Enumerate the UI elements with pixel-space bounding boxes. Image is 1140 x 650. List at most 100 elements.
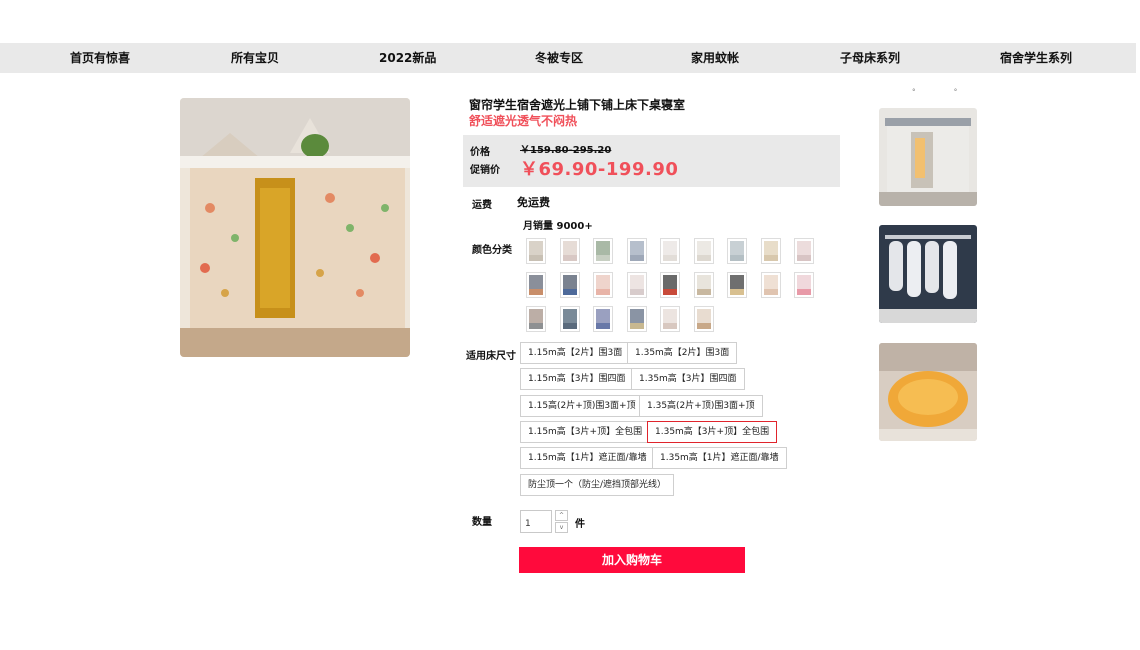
top-nav: 首页有惊喜 所有宝贝 2022新品 冬被专区 家用蚊帐 子母床系列 宿舍学生系列: [0, 43, 1136, 73]
color-swatch[interactable]: [526, 238, 546, 264]
swatch-image-top: [596, 275, 610, 290]
color-swatch[interactable]: [794, 238, 814, 264]
color-swatch[interactable]: [559, 238, 580, 264]
color-swatch[interactable]: [526, 272, 546, 298]
size-option[interactable]: 1.35高(2片+顶)围3面+顶: [639, 395, 763, 417]
swatch-image-top: [696, 309, 711, 324]
swatch-image-bottom: [596, 323, 610, 329]
swatch-image-bottom: [529, 323, 543, 329]
swatch-image-bottom: [730, 255, 744, 261]
size-option[interactable]: 1.35m高【3片】围四面: [631, 368, 745, 390]
quantity-input[interactable]: [520, 510, 552, 533]
swatch-image-bottom: [696, 289, 711, 295]
color-swatch[interactable]: [660, 306, 680, 332]
swatch-image-top: [629, 275, 644, 290]
main-product-image: [180, 98, 410, 357]
thumbnail-3[interactable]: [879, 343, 977, 441]
swatch-image-top: [730, 241, 744, 256]
size-option[interactable]: 1.35m高【3片+顶】全包围: [647, 421, 778, 443]
size-option[interactable]: 1.15m高【3片+顶】全包围: [520, 421, 651, 443]
thumbnail-1[interactable]: [879, 108, 977, 206]
nav-item-winter-quilt[interactable]: 冬被专区: [535, 43, 583, 73]
color-swatch[interactable]: [760, 272, 781, 298]
color-swatch[interactable]: [559, 272, 580, 298]
color-swatch[interactable]: [593, 272, 613, 298]
swatch-image-top: [663, 241, 677, 256]
color-swatch[interactable]: [693, 306, 714, 332]
nav-item-mosquito-net[interactable]: 家用蚊帐: [691, 43, 739, 73]
swatch-image-top: [797, 275, 811, 290]
swatch-image-bottom: [696, 255, 711, 261]
nav-item-new-2022[interactable]: 2022新品: [379, 43, 436, 73]
swatch-image-bottom: [596, 289, 610, 295]
swatch-image-bottom: [629, 323, 644, 329]
original-price-label: 价格: [470, 147, 490, 158]
nav-item-home[interactable]: 首页有惊喜: [70, 43, 130, 73]
quantity-label: 数量: [472, 517, 492, 528]
swatch-image-top: [629, 241, 644, 256]
monthly-sales: 月销量 9000+: [523, 221, 593, 232]
size-option[interactable]: 防尘顶一个（防尘/遮挡顶部光线）: [520, 474, 675, 496]
color-swatch[interactable]: [660, 272, 680, 298]
quantity-increase-button[interactable]: ^: [555, 510, 568, 521]
swatch-image-top: [763, 275, 778, 290]
swatch-image-bottom: [562, 289, 577, 295]
swatch-image-bottom: [763, 289, 778, 295]
swatch-image-top: [797, 241, 811, 256]
color-swatch[interactable]: [593, 238, 613, 264]
nav-item-bunk-bed[interactable]: 子母床系列: [840, 43, 900, 73]
quantity-unit: 件: [575, 519, 585, 530]
color-swatch[interactable]: [660, 238, 680, 264]
swatch-image-top: [562, 241, 577, 256]
shipping-label: 运费: [472, 200, 492, 211]
swatch-image-bottom: [596, 255, 610, 261]
color-swatch[interactable]: [626, 272, 647, 298]
swatch-image-top: [596, 241, 610, 256]
color-swatch[interactable]: [693, 238, 714, 264]
color-swatch[interactable]: [760, 238, 781, 264]
color-swatch[interactable]: [559, 306, 580, 332]
color-swatch[interactable]: [727, 238, 747, 264]
size-option[interactable]: 1.15m高【1片】遮正面/靠墙: [520, 447, 655, 469]
size-option[interactable]: 1.15高(2片+顶)围3面+顶: [520, 395, 644, 417]
swatch-image-top: [696, 241, 711, 256]
thumbnail-2[interactable]: [879, 225, 977, 323]
swatch-image-bottom: [629, 289, 644, 295]
color-swatch[interactable]: [526, 306, 546, 332]
size-option[interactable]: 1.35m高【1片】遮正面/靠墙: [652, 447, 787, 469]
color-swatch[interactable]: [727, 272, 747, 298]
color-swatch[interactable]: [626, 306, 647, 332]
swatch-image-top: [629, 309, 644, 324]
swatch-image-top: [562, 275, 577, 290]
add-to-cart-button[interactable]: 加入购物车: [519, 547, 745, 573]
color-swatch[interactable]: [693, 272, 714, 298]
swatch-image-bottom: [663, 323, 677, 329]
original-price: ￥159.80-295.20: [520, 145, 612, 156]
size-option[interactable]: 1.35m高【2片】围3面: [627, 342, 738, 364]
shipping-value: 免运费: [517, 196, 550, 209]
swatch-image-top: [763, 241, 778, 256]
color-swatch[interactable]: [626, 238, 647, 264]
nav-item-all-products[interactable]: 所有宝贝: [231, 43, 279, 73]
price-box: 价格 ￥159.80-295.20 促销价 ￥69.90-199.90: [463, 135, 840, 187]
swatch-image-top: [730, 275, 744, 290]
swatch-image-bottom: [730, 289, 744, 295]
product-title: 窗帘学生宿舍遮光上铺下铺上床下桌寝室: [469, 98, 686, 112]
color-label: 颜色分类: [472, 245, 512, 256]
swatch-image-bottom: [562, 255, 577, 261]
swatch-image-top: [663, 275, 677, 290]
swatch-image-bottom: [562, 323, 577, 329]
size-label: 适用床尺寸: [466, 351, 516, 362]
thumbnail-pager-dots[interactable]: ° °: [912, 88, 975, 96]
nav-item-dorm-student[interactable]: 宿舍学生系列: [1000, 43, 1072, 73]
color-swatch[interactable]: [593, 306, 613, 332]
size-option[interactable]: 1.15m高【2片】围3面: [520, 342, 631, 364]
swatch-image-bottom: [663, 255, 677, 261]
quantity-decrease-button[interactable]: v: [555, 522, 568, 533]
color-swatch[interactable]: [794, 272, 814, 298]
swatch-image-bottom: [797, 255, 811, 261]
product-subtitle: 舒适遮光透气不闷热: [469, 114, 578, 128]
size-option[interactable]: 1.15m高【3片】围四面: [520, 368, 634, 390]
swatch-image-top: [529, 275, 543, 290]
swatch-image-top: [663, 309, 677, 324]
